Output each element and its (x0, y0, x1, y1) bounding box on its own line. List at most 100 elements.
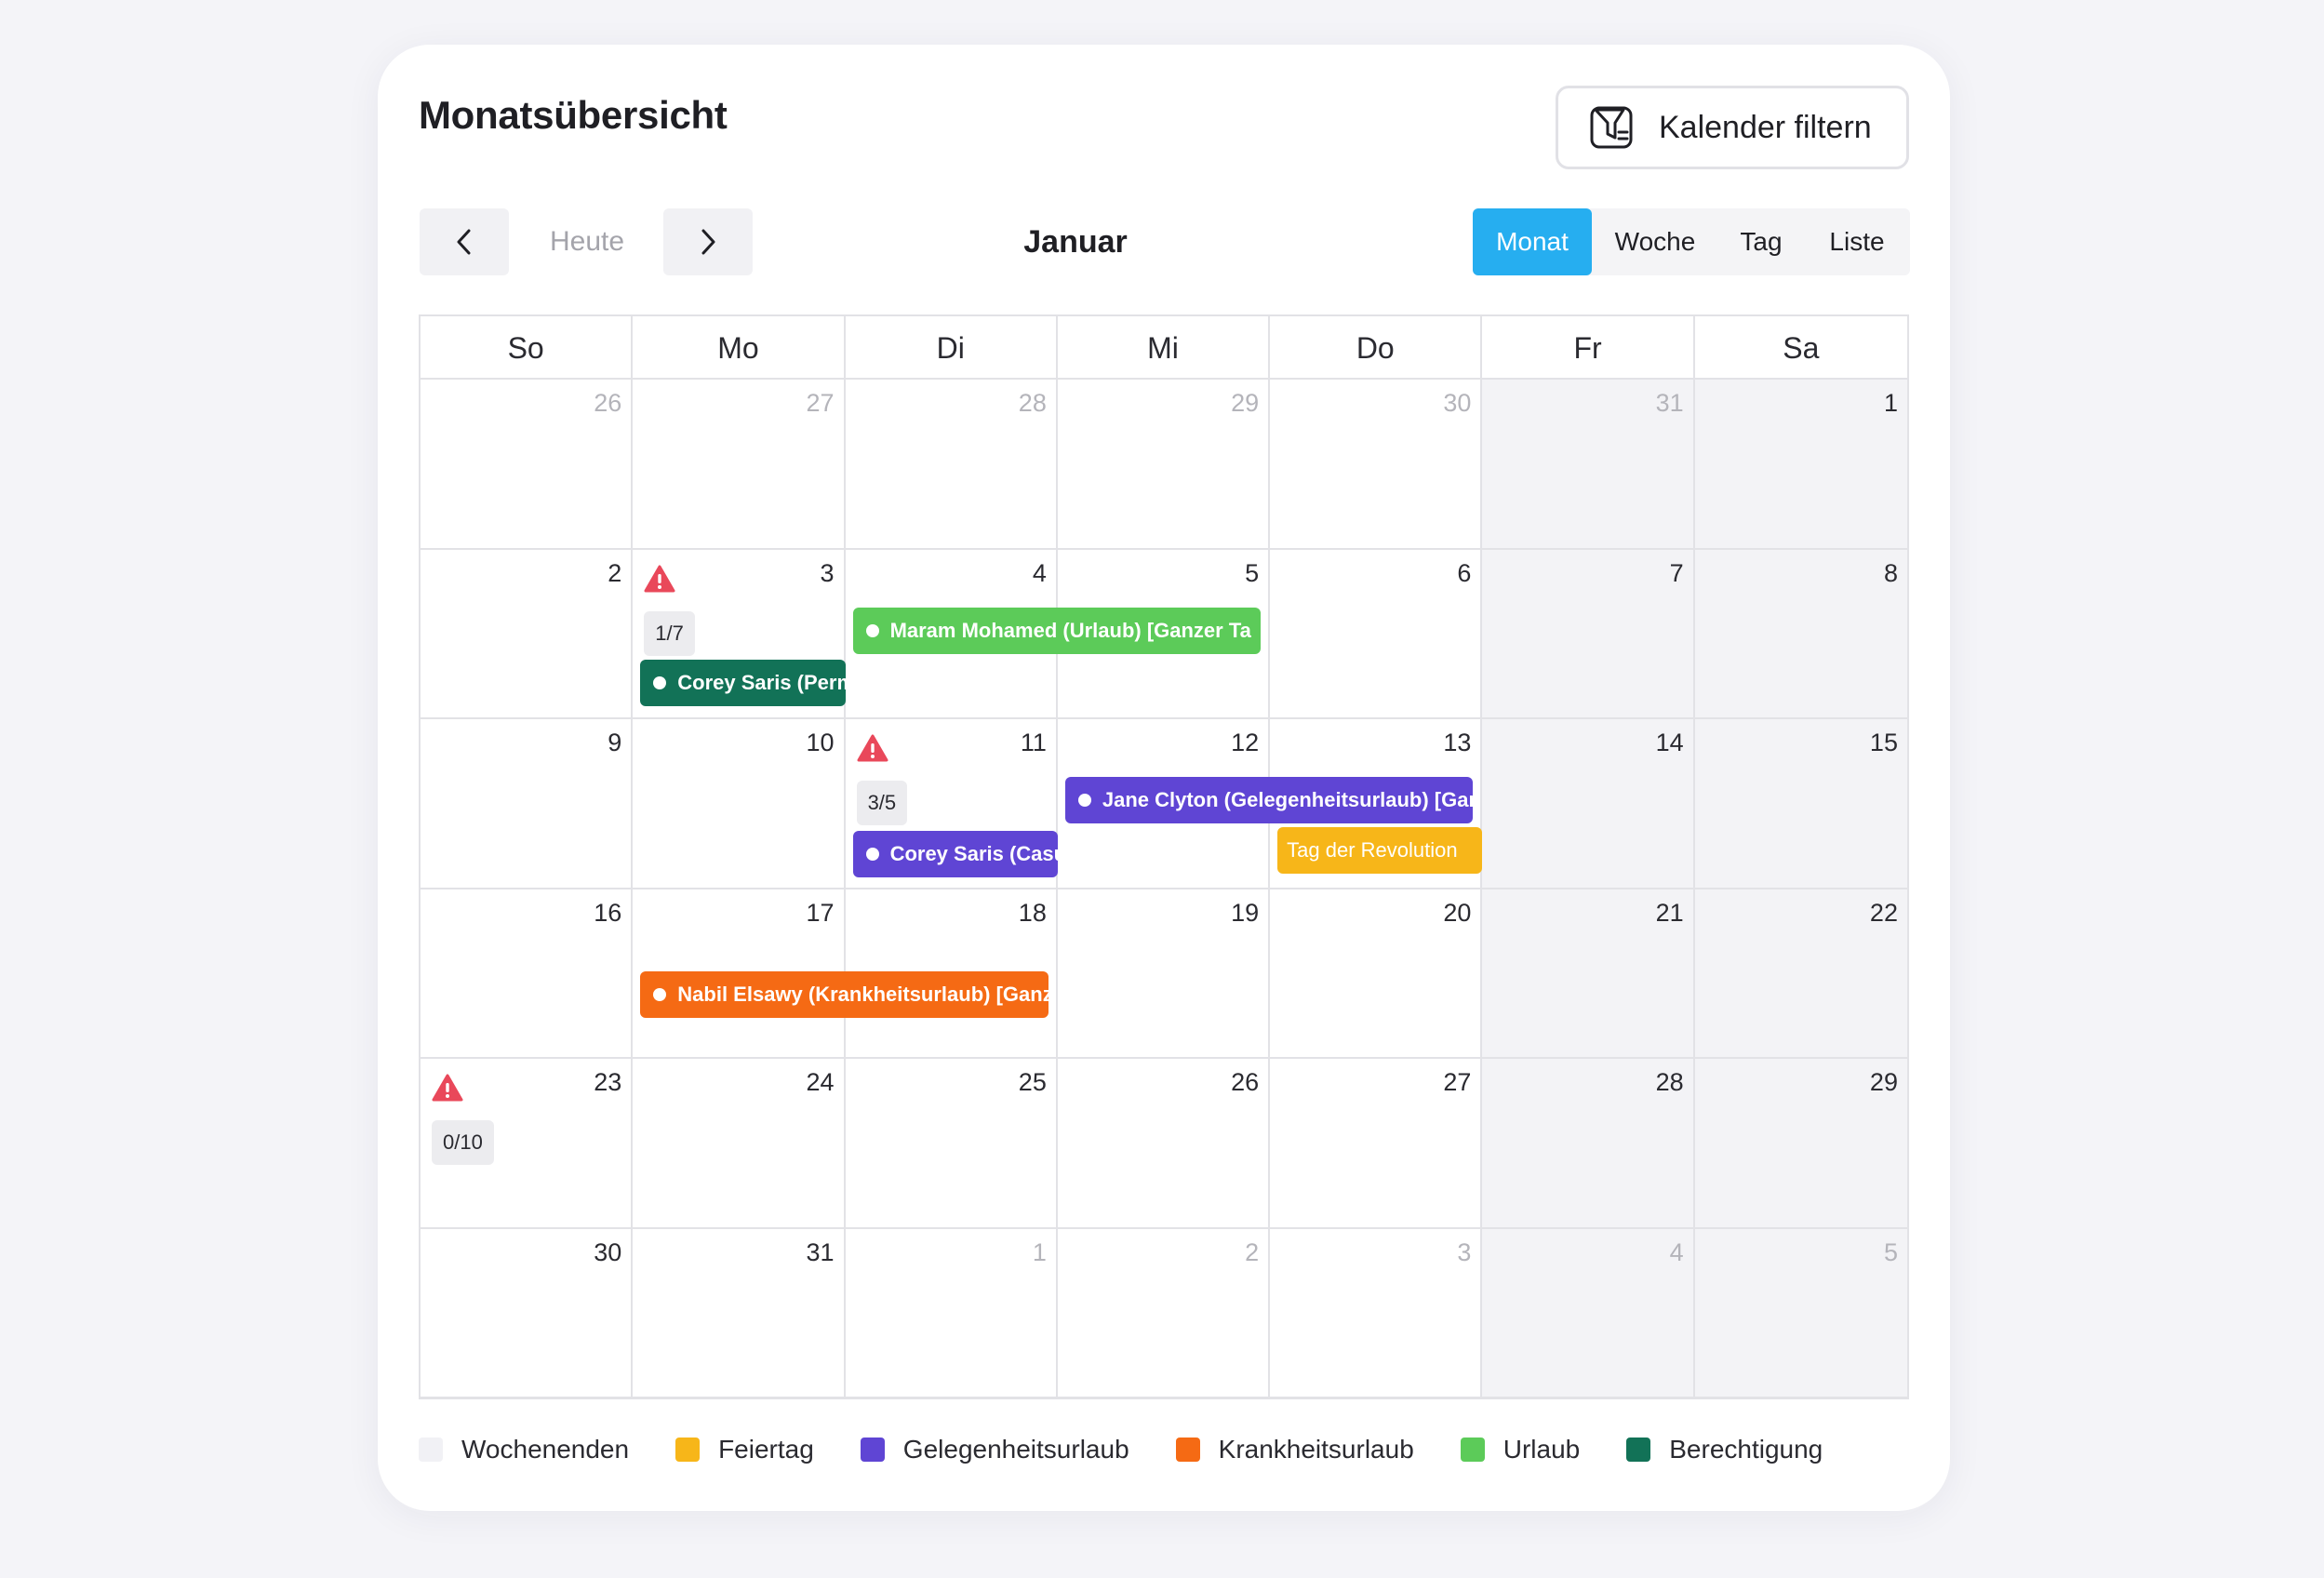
day-number: 3 (1457, 1237, 1472, 1266)
calendar-day-cell[interactable]: 14 (1482, 719, 1695, 888)
legend: Wochenenden Feiertag Gelegenheitsurlaub Kra… (419, 1435, 1869, 1464)
calendar-day-cell[interactable]: 28 (846, 380, 1058, 548)
calendar-body: 26 27 28 29 30 31 1 2 3 1/7 4 5 6 7 8 9 10 11 3/5 12 13 14 15 1… (421, 380, 1907, 1398)
day-number: 10 (806, 729, 835, 756)
view-week-button[interactable]: Woche (1592, 208, 1718, 275)
calendar-day-cell[interactable]: 23 0/10 (421, 1059, 634, 1227)
legend-item: Berechtigung (1626, 1435, 1823, 1464)
day-number: 5 (1245, 558, 1260, 587)
event-dot-icon (653, 987, 667, 1001)
view-month-button[interactable]: Monat (1473, 208, 1592, 275)
calendar-day-cell[interactable]: 16 (421, 889, 634, 1057)
next-month-button[interactable] (663, 208, 753, 275)
calendar-day-cell[interactable]: 31 (633, 1228, 846, 1397)
calendar-week-row: 23 0/10 24 25 26 27 28 29 (421, 1059, 1907, 1229)
calendar-day-cell[interactable]: 7 (1482, 549, 1695, 717)
calendar-day-cell[interactable]: 10 (633, 719, 846, 888)
calendar-day-cell[interactable]: 26 (1058, 1059, 1271, 1227)
day-number: 20 (1443, 898, 1472, 927)
calendar-day-cell[interactable]: 27 (1270, 1059, 1483, 1227)
day-number: 26 (1231, 1068, 1260, 1096)
calendar-day-cell[interactable]: 9 (421, 719, 634, 888)
calendar-week-row: 26 27 28 29 30 31 1 (421, 380, 1907, 550)
calendar-day-cell[interactable]: 31 (1482, 380, 1695, 548)
day-number: 28 (1655, 1068, 1684, 1096)
day-number: 28 (1018, 389, 1047, 417)
legend-swatch (860, 1438, 885, 1462)
staffing-count-badge[interactable]: 3/5 (856, 781, 908, 825)
calendar-day-cell[interactable]: 21 (1482, 889, 1695, 1057)
legend-label: Wochenenden (461, 1435, 630, 1464)
day-number: 13 (1443, 729, 1472, 756)
day-number: 31 (806, 1237, 835, 1266)
calendar-day-cell[interactable]: 2 (421, 549, 634, 717)
day-number: 5 (1883, 1237, 1898, 1266)
calendar-day-cell[interactable]: 19 (1058, 889, 1271, 1057)
calendar-day-cell[interactable]: 27 (633, 380, 846, 548)
calendar-day-cell[interactable]: 1 (1694, 380, 1907, 548)
legend-label: Krankheitsurlaub (1218, 1435, 1414, 1464)
day-number: 11 (1020, 729, 1047, 756)
staffing-count-badge[interactable]: 0/10 (432, 1120, 494, 1165)
page-title: Monatsübersicht (419, 93, 728, 137)
legend-item: Krankheitsurlaub (1175, 1435, 1414, 1464)
day-number: 4 (1032, 558, 1047, 587)
weekday-header-so: So (421, 316, 634, 380)
staffing-count-badge[interactable]: 1/7 (644, 610, 695, 656)
filter-calendar-button[interactable]: Kalender filtern (1556, 86, 1909, 169)
calendar-day-cell[interactable]: 4 (1482, 1228, 1695, 1397)
legend-label: Feiertag (718, 1435, 814, 1464)
previous-month-button[interactable] (420, 208, 509, 275)
warning-icon[interactable] (432, 1074, 463, 1106)
calendar-day-cell[interactable]: 22 (1694, 889, 1907, 1057)
weekday-header-mi: Mi (1058, 316, 1271, 380)
day-number: 1 (1883, 389, 1898, 417)
day-number: 27 (1443, 1068, 1472, 1096)
calendar-day-cell[interactable]: 25 (846, 1059, 1058, 1227)
warning-icon[interactable] (857, 734, 888, 767)
calendar-day-cell[interactable]: 30 (1270, 380, 1483, 548)
calendar-event[interactable]: Nabil Elsawy (Krankheitsurlaub) [Ganz (640, 970, 1048, 1018)
event-label: Nabil Elsawy (Krankheitsurlaub) [Ganz (677, 982, 1048, 1006)
calendar-day-cell[interactable]: 29 (1694, 1059, 1907, 1227)
day-number: 8 (1883, 558, 1898, 587)
warning-icon[interactable] (644, 565, 675, 597)
view-list-button[interactable]: Liste (1804, 208, 1910, 275)
calendar-day-cell[interactable]: 30 (421, 1228, 634, 1397)
calendar-day-cell[interactable]: 6 (1270, 549, 1483, 717)
day-number: 18 (1018, 898, 1047, 927)
calendar-day-cell[interactable]: 26 (421, 380, 634, 548)
calendar-event[interactable]: Maram Mohamed (Urlaub) [Ganzer Ta (852, 607, 1262, 654)
calendar-event[interactable]: Corey Saris (Perm (640, 659, 846, 706)
day-number: 15 (1869, 729, 1898, 756)
day-number: 31 (1655, 389, 1684, 417)
calendar-event[interactable]: Tag der Revolution (1277, 827, 1483, 874)
calendar-day-cell[interactable]: 20 (1270, 889, 1483, 1057)
day-number: 1 (1032, 1237, 1047, 1266)
day-number: 4 (1669, 1237, 1684, 1266)
calendar-event[interactable]: Corey Saris (Casu (852, 831, 1058, 877)
legend-swatch (1626, 1438, 1651, 1462)
calendar-day-cell[interactable]: 5 (1694, 1228, 1907, 1397)
calendar-day-cell[interactable]: 2 (1058, 1228, 1271, 1397)
calendar-day-cell[interactable]: 28 (1482, 1059, 1695, 1227)
calendar-day-cell[interactable]: 8 (1694, 549, 1907, 717)
calendar-day-cell[interactable]: 1 (846, 1228, 1058, 1397)
legend-item: Gelegenheitsurlaub (860, 1435, 1129, 1464)
day-number: 7 (1669, 558, 1684, 587)
day-number: 19 (1231, 898, 1260, 927)
event-dot-icon (865, 848, 879, 861)
calendar-event[interactable]: Jane Clyton (Gelegenheitsurlaub) [Gan (1064, 777, 1474, 823)
calendar-day-cell[interactable]: 24 (633, 1059, 846, 1227)
day-number: 3 (820, 558, 835, 587)
calendar-day-cell[interactable]: 15 (1694, 719, 1907, 888)
day-number: 17 (806, 898, 835, 927)
view-day-button[interactable]: Tag (1718, 208, 1804, 275)
day-number: 26 (594, 389, 622, 417)
legend-item: Urlaub (1460, 1435, 1580, 1464)
calendar-day-cell[interactable]: 29 (1058, 380, 1271, 548)
day-number: 6 (1457, 558, 1472, 587)
calendar-day-cell[interactable]: 3 (1270, 1228, 1483, 1397)
today-button[interactable]: Heute (527, 208, 648, 275)
weekday-header-fr: Fr (1482, 316, 1695, 380)
